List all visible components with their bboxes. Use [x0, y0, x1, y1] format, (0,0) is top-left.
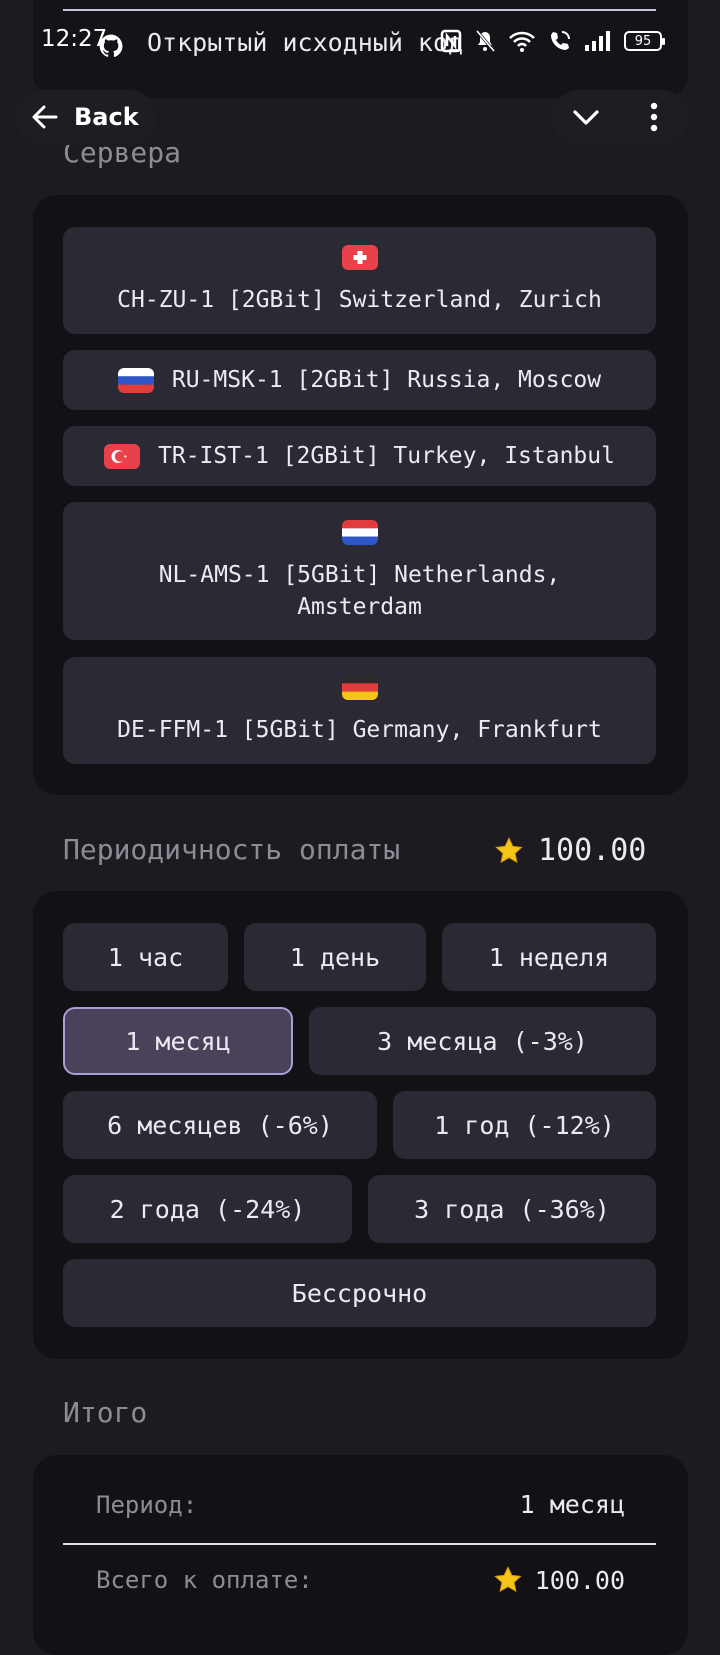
server-nl-ams-1[interactable]: NL-AMS-1 [5GBit] Netherlands, Amsterdam: [63, 502, 656, 640]
period-6-months[interactable]: 6 месяцев (-6%): [63, 1091, 377, 1159]
status-icons: 95: [440, 26, 665, 56]
nav-actions: [552, 90, 688, 144]
back-button[interactable]: Back: [16, 90, 156, 144]
server-ch-zu-1[interactable]: CH-ZU-1 [2GBit] Switzerland, Zurich: [63, 227, 656, 334]
netherlands-flag-icon: [341, 519, 378, 545]
switzerland-flag-icon: [341, 245, 378, 270]
period-label: 1 месяц: [125, 1026, 231, 1056]
server-label: CH-ZU-1 [2GBit] Switzerland, Zurich: [117, 287, 602, 313]
price-display: 100.00: [494, 833, 646, 868]
chevron-down-icon: [573, 110, 599, 125]
wifi-call-icon: [551, 31, 570, 50]
arrow-left-icon: [32, 105, 58, 129]
period-summary-value: 1 месяц: [400, 1490, 625, 1519]
period-label: 3 года (-36%): [414, 1194, 610, 1224]
period-label: 6 месяцев (-6%): [107, 1110, 333, 1140]
price-value: 100.00: [538, 833, 647, 868]
period-label: Бессрочно: [291, 1278, 428, 1308]
germany-flag-icon: [341, 675, 378, 700]
period-summary-text: 1 месяц: [519, 1490, 625, 1519]
star-icon: [495, 836, 523, 863]
server-tr-ist-1[interactable]: TR-IST-1 [2GBit] Turkey, Istanbul: [63, 426, 656, 486]
summary-divider: [63, 1543, 656, 1545]
period-label: 1 день: [289, 942, 381, 972]
top-card-divider: [63, 9, 656, 11]
period-1-day[interactable]: 1 день: [244, 923, 426, 991]
more-vertical-icon: [650, 102, 658, 132]
total-label: Всего к оплате:: [96, 1566, 313, 1594]
total-value: 100.00: [400, 1565, 625, 1595]
server-label: DE-FFM-1 [5GBit] Germany, Frankfurt: [117, 717, 602, 743]
russia-flag-icon: [117, 367, 154, 393]
period-label: 2 года (-24%): [109, 1194, 306, 1224]
turkey-flag-icon: [104, 443, 141, 469]
signal-icon: [585, 31, 610, 51]
summary-card: [33, 1455, 688, 1655]
open-source-title: Открытый исходный код: [147, 28, 464, 57]
server-label: TR-IST-1 [2GBit] Turkey, Istanbul: [158, 443, 615, 469]
star-icon: [493, 1566, 522, 1593]
period-1-year[interactable]: 1 год (-12%): [393, 1091, 656, 1159]
period-label: 1 час: [107, 942, 184, 972]
github-icon: [99, 34, 123, 57]
period-label: 1 год (-12%): [434, 1110, 615, 1140]
more-button[interactable]: [627, 90, 681, 144]
period-label: 3 месяца (-3%): [377, 1026, 588, 1056]
server-ru-msk-1[interactable]: RU-MSK-1 [2GBit] Russia, Moscow: [63, 350, 656, 410]
period-forever[interactable]: Бессрочно: [63, 1259, 656, 1327]
server-label: RU-MSK-1 [2GBit] Russia, Moscow: [171, 367, 602, 393]
battery-icon: 95: [624, 31, 665, 51]
period-2-years[interactable]: 2 года (-24%): [63, 1175, 352, 1243]
period-1-month[interactable]: 1 месяц: [63, 1007, 293, 1075]
nfc-icon: [440, 29, 462, 53]
period-label: 1 неделя: [488, 942, 610, 972]
summary-section-title: Итого: [63, 1396, 148, 1429]
server-de-ffm-1[interactable]: DE-FFM-1 [5GBit] Germany, Frankfurt: [63, 657, 656, 764]
total-amount: 100.00: [534, 1565, 625, 1595]
server-label-line2: Amsterdam: [297, 593, 422, 620]
period-1-hour[interactable]: 1 час: [63, 923, 228, 991]
server-label-line1: NL-AMS-1 [5GBit] Netherlands,: [158, 561, 561, 588]
period-1-week[interactable]: 1 неделя: [442, 923, 656, 991]
wifi-icon: [509, 31, 535, 52]
period-summary-label: Период:: [96, 1491, 198, 1519]
collapse-button[interactable]: [559, 90, 613, 144]
period-3-years[interactable]: 3 года (-36%): [368, 1175, 656, 1243]
payment-section-title: Периодичность оплаты: [63, 833, 401, 866]
back-label: Back: [74, 103, 139, 131]
period-3-months[interactable]: 3 месяца (-3%): [309, 1007, 656, 1075]
mute-icon: [475, 30, 496, 52]
